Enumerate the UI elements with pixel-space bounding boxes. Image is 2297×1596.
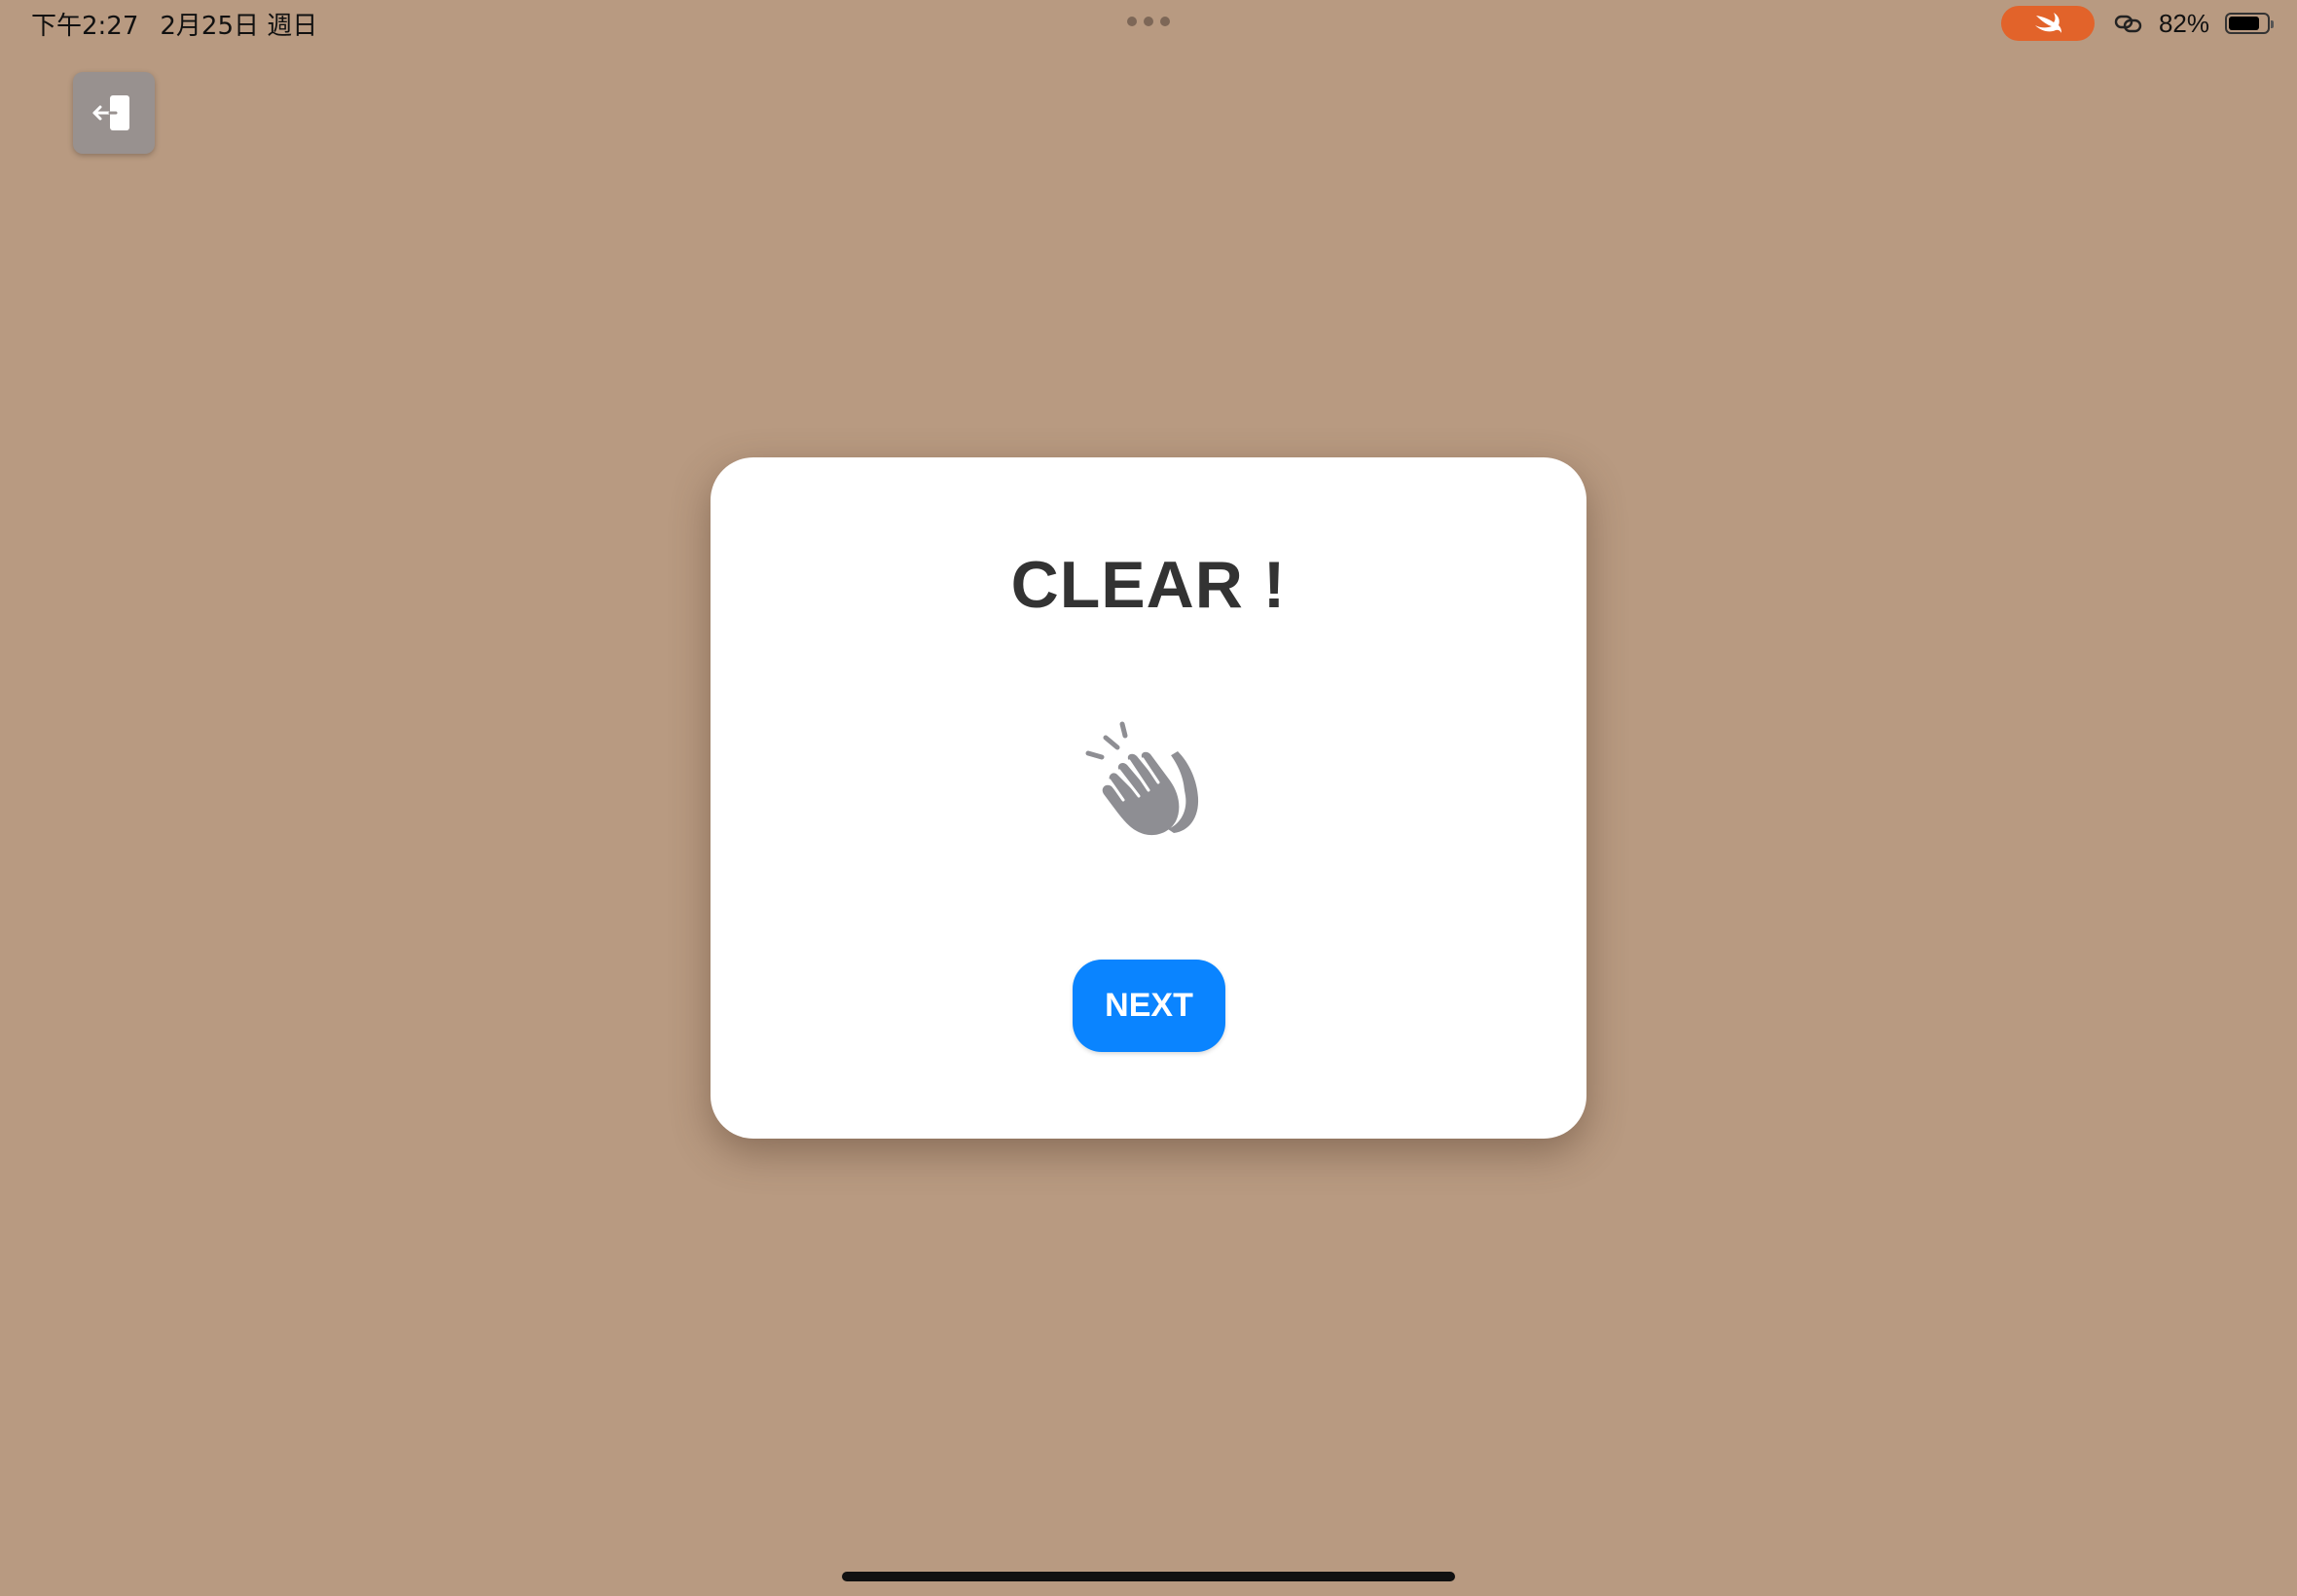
dot-icon [1144,17,1153,26]
dot-icon [1160,17,1170,26]
swift-icon [2034,13,2061,33]
status-bar-left: 下午2:27 2月25日 週日 [31,6,317,41]
multitasking-menu[interactable] [1127,17,1170,26]
clear-title: CLEAR ! [1010,548,1287,622]
battery-level [2229,17,2260,30]
battery-nub [2271,20,2274,28]
dot-icon [1127,17,1137,26]
exit-button[interactable] [73,72,155,154]
status-date: 2月25日 週日 [160,11,318,41]
battery-percent: 82% [2158,8,2209,38]
status-time: 下午2:27 [31,11,139,41]
battery-icon [2225,13,2274,34]
link-icon [2114,15,2142,33]
status-bar-right: 82% [2000,6,2274,41]
clapping-hands-icon [1080,720,1217,847]
next-button[interactable]: NEXT [1073,960,1225,1052]
home-indicator[interactable] [842,1572,1455,1581]
swift-playgrounds-indicator[interactable] [2000,6,2095,41]
clear-dialog-card: CLEAR ! NEXT [711,457,1586,1139]
exit-door-icon [92,95,129,130]
app-screen: 下午2:27 2月25日 週日 82% CLEAR ! NEXT [0,0,2297,1596]
